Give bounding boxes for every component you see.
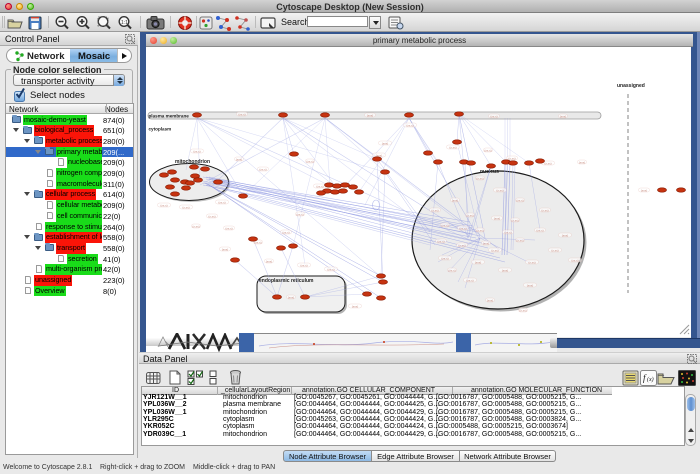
svg-text:(xxx): (xxx)	[475, 260, 482, 264]
svg-text:(x.xx): (x.xx)	[491, 248, 498, 252]
svg-text:(xxx): (xxx)	[487, 298, 494, 302]
svg-text:(xx.x): (xx.x)	[437, 239, 444, 243]
svg-text:(xxx): (xxx)	[236, 157, 243, 161]
svg-text:(xx.x): (xx.x)	[306, 159, 313, 163]
svg-text:(xxx): (xxx)	[641, 188, 648, 192]
svg-text:(xxx): (xxx)	[579, 160, 586, 164]
svg-text:(xxx): (xxx)	[494, 216, 501, 220]
svg-text:(xx.x): (xx.x)	[282, 230, 289, 234]
svg-text:(x.xx): (x.xx)	[544, 161, 551, 165]
svg-text:(xx.x): (xx.x)	[160, 203, 167, 207]
svg-text:(xxx): (xxx)	[562, 233, 569, 237]
svg-text:(xx.x): (xx.x)	[516, 198, 523, 202]
svg-text:(x.xx): (x.xx)	[541, 208, 548, 212]
svg-text:(x.xx): (x.xx)	[208, 214, 215, 218]
svg-text:(x.xx): (x.xx)	[516, 238, 523, 242]
svg-text:(xxx): (xxx)	[382, 141, 389, 145]
svg-text:(x.xx): (x.xx)	[496, 188, 503, 192]
svg-text:(xxx): (xxx)	[483, 241, 490, 245]
svg-text:(xx.x): (xx.x)	[484, 148, 491, 152]
svg-text:(xxx): (xxx)	[367, 113, 374, 117]
svg-text:(x.xx): (x.xx)	[431, 208, 438, 212]
svg-text:(xx.x): (xx.x)	[259, 167, 266, 171]
svg-text:endoplasmic reticulum: endoplasmic reticulum	[259, 278, 314, 284]
svg-text:(x.xx): (x.xx)	[182, 205, 189, 209]
svg-text:1:1: 1:1	[121, 20, 128, 26]
svg-text:(xxx): (xxx)	[452, 198, 459, 202]
svg-text:(xx.x): (xx.x)	[459, 226, 466, 230]
svg-text:(x.xx): (x.xx)	[458, 243, 465, 247]
svg-text:(x.xx): (x.xx)	[476, 176, 483, 180]
svg-text:(xx.x): (xx.x)	[536, 228, 543, 232]
svg-text:(x.xx): (x.xx)	[449, 145, 456, 149]
svg-text:(xx.x): (xx.x)	[441, 256, 448, 260]
svg-text:(xxx): (xxx)	[352, 304, 359, 308]
svg-text:(xxx): (xxx)	[502, 268, 509, 272]
svg-text:(xxx): (xxx)	[527, 283, 534, 287]
svg-text:(xx.x): (xx.x)	[327, 267, 334, 271]
svg-text:(xx.x): (xx.x)	[296, 212, 303, 216]
svg-text:(xx.x): (xx.x)	[218, 200, 225, 204]
svg-text:(x): (x)	[647, 376, 654, 383]
svg-text:(xxx): (xxx)	[288, 295, 295, 299]
svg-text:(xx.x): (xx.x)	[193, 149, 200, 153]
svg-text:unassigned: unassigned	[617, 83, 645, 89]
svg-text:(xxx): (xxx)	[560, 114, 567, 118]
svg-text:(xx.x): (xx.x)	[225, 226, 232, 230]
svg-text:(x.xx): (x.xx)	[476, 228, 483, 232]
svg-text:(xx.x): (xx.x)	[441, 223, 448, 227]
svg-text:(xx.x): (xx.x)	[490, 114, 497, 118]
svg-text:cytoplasm: cytoplasm	[149, 127, 172, 132]
svg-text:(x.xx): (x.xx)	[511, 218, 518, 222]
svg-text:(x.xx): (x.xx)	[508, 156, 515, 160]
svg-text:(xx.x): (xx.x)	[571, 258, 578, 262]
svg-text:(xx.x): (xx.x)	[406, 123, 413, 127]
svg-text:(xx.x): (xx.x)	[504, 230, 511, 234]
svg-text:(xx.x): (xx.x)	[448, 268, 455, 272]
svg-text:(x.xx): (x.xx)	[519, 308, 526, 312]
svg-text:mitochondrion: mitochondrion	[175, 159, 210, 165]
svg-text:(x.xx): (x.xx)	[551, 248, 558, 252]
svg-text:(xxx): (xxx)	[266, 259, 273, 263]
svg-text:plasma membrane: plasma membrane	[149, 113, 190, 118]
svg-text:(xx.x): (xx.x)	[238, 112, 245, 116]
svg-text:(xx.x): (xx.x)	[316, 184, 323, 188]
svg-text:(x.xx): (x.xx)	[192, 224, 199, 228]
svg-text:(xx.x): (xx.x)	[466, 278, 473, 282]
svg-text:(x.xx): (x.xx)	[466, 213, 473, 217]
svg-text:(xxx): (xxx)	[222, 247, 229, 251]
svg-text:(xx.x): (xx.x)	[300, 263, 307, 267]
svg-text:(x.xx): (x.xx)	[528, 260, 535, 264]
